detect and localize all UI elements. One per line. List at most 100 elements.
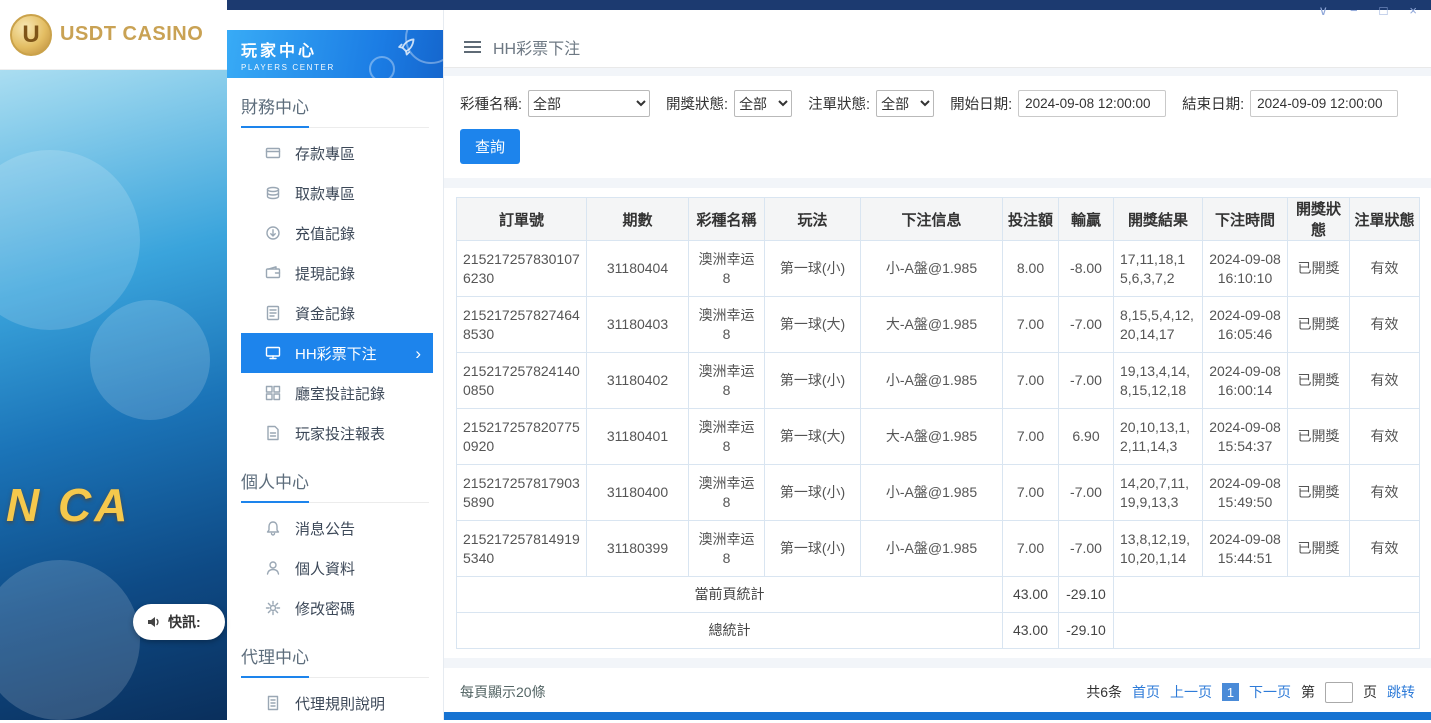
column-header: 注單狀態 — [1350, 198, 1420, 241]
cell: 有效 — [1350, 241, 1420, 297]
hall-icon — [265, 385, 281, 401]
cell: 2152172578301076230 — [457, 241, 587, 297]
sidebar-item-deposit[interactable]: 存款專區 — [241, 133, 433, 173]
cell: 2024-09-08 15:49:50 — [1203, 465, 1288, 521]
table-row: 215217257830107623031180404澳洲幸运8第一球(小)小-… — [457, 241, 1420, 297]
cell: 7.00 — [1003, 409, 1059, 465]
sidebar-item-label: 個人資料 — [295, 558, 355, 579]
cell: -7.00 — [1059, 465, 1114, 521]
sidebar-item-hall[interactable]: 廳室投註記錄 — [241, 373, 433, 413]
cell: 2024-09-08 15:54:37 — [1203, 409, 1288, 465]
sidebar-item-label: 存款專區 — [295, 143, 355, 164]
column-header: 期數 — [587, 198, 689, 241]
gear-icon — [265, 600, 281, 616]
news-ticker[interactable]: 快訊: — [133, 604, 225, 640]
maximize-icon[interactable]: □ — [1380, 3, 1388, 19]
rocket-icon — [395, 36, 417, 63]
column-header: 開獎狀態 — [1288, 198, 1350, 241]
lottery-icon — [265, 345, 281, 361]
sidebar-item-doc[interactable]: 代理規則說明 — [241, 683, 433, 723]
cell: 19,13,4,14,8,15,12,18 — [1114, 353, 1203, 409]
cell: 澳洲幸运8 — [689, 297, 765, 353]
sidebar-item-label: 廳室投註記錄 — [295, 383, 385, 404]
collapse-icon[interactable]: ∨ — [1318, 3, 1328, 19]
sidebar-item-label: HH彩票下注 — [295, 343, 377, 364]
table-row: 215217257817903589031180400澳洲幸运8第一球(小)小-… — [457, 465, 1420, 521]
start-date-input[interactable] — [1018, 90, 1166, 117]
cell: 2024-09-08 16:00:14 — [1203, 353, 1288, 409]
art-decoration — [0, 150, 140, 330]
sidebar-item-withdraw[interactable]: 取款專區 — [241, 173, 433, 213]
sidebar-item-report[interactable]: 玩家投注報表 — [241, 413, 433, 453]
end-date-label: 結束日期: — [1182, 93, 1244, 114]
sidebar-item-label: 取款專區 — [295, 183, 355, 204]
cell: 澳洲幸运8 — [689, 353, 765, 409]
hamburger-menu-icon[interactable] — [464, 41, 481, 53]
summary-row: 當前頁統計43.00-29.10 — [457, 577, 1420, 613]
window-titlebar — [227, 0, 1431, 10]
ticker-label: 快訊: — [168, 612, 201, 632]
cell: 澳洲幸运8 — [689, 465, 765, 521]
sidebar-item-funds[interactable]: 資金記錄 — [241, 293, 433, 333]
cell: -8.00 — [1059, 241, 1114, 297]
cell: 2152172578274648530 — [457, 297, 587, 353]
sidebar-item-recharge[interactable]: 充值記錄 — [241, 213, 433, 253]
sidebar-item-user[interactable]: 個人資料 — [241, 548, 433, 588]
chevron-right-icon: › — [415, 345, 421, 362]
cell: 7.00 — [1003, 521, 1059, 577]
current-page-badge[interactable]: 1 — [1222, 683, 1239, 701]
column-header: 開獎結果 — [1114, 198, 1203, 241]
cashout-icon — [265, 265, 281, 281]
cell: 7.00 — [1003, 465, 1059, 521]
withdraw-icon — [265, 185, 281, 201]
cell: 已開獎 — [1288, 297, 1350, 353]
sidebar: 玩家中心 PLAYERS CENTER 財務中心存款專區取款專區充值記錄提現記錄… — [227, 10, 444, 720]
sidebar-item-label: 消息公告 — [295, 518, 355, 539]
minimize-icon[interactable]: − — [1350, 3, 1358, 19]
coin-logo-icon: U — [10, 14, 52, 56]
cell: 14,20,7,11,19,9,13,3 — [1114, 465, 1203, 521]
cell: 小-A盤@1.985 — [861, 521, 1003, 577]
sidebar-item-bell[interactable]: 消息公告 — [241, 508, 433, 548]
column-header: 下注信息 — [861, 198, 1003, 241]
end-date-input[interactable] — [1250, 90, 1398, 117]
cell: -7.00 — [1059, 353, 1114, 409]
summary-winloss-total: -29.10 — [1059, 613, 1114, 649]
sidebar-item-label: 代理規則說明 — [295, 693, 385, 714]
cell: 第一球(小) — [765, 353, 861, 409]
jump-suffix: 页 — [1363, 682, 1377, 702]
cell: 有效 — [1350, 521, 1420, 577]
order-status-select[interactable]: 全部 — [876, 90, 934, 117]
cell: 澳洲幸运8 — [689, 409, 765, 465]
sidebar-item-gear[interactable]: 修改密碼 — [241, 588, 433, 628]
sidebar-item-cashout[interactable]: 提現記錄 — [241, 253, 433, 293]
summary-row: 總統計43.00-29.10 — [457, 613, 1420, 649]
column-header: 輸贏 — [1059, 198, 1114, 241]
art-decoration — [90, 300, 210, 420]
column-header: 彩種名稱 — [689, 198, 765, 241]
players-center-header: 玩家中心 PLAYERS CENTER — [227, 30, 443, 78]
cell: 小-A盤@1.985 — [861, 353, 1003, 409]
cell: 已開獎 — [1288, 465, 1350, 521]
table-footer: 每頁顯示20條 共6条 首页 上一页 1 下一页 第 页 跳转 — [444, 668, 1431, 716]
close-icon[interactable]: × — [1409, 3, 1417, 19]
sidebar-item-label: 玩家投注報表 — [295, 423, 385, 444]
draw-status-select[interactable]: 全部 — [734, 90, 792, 117]
next-page-link[interactable]: 下一页 — [1249, 682, 1291, 702]
search-button[interactable]: 查詢 — [460, 129, 520, 164]
cell: 小-A盤@1.985 — [861, 465, 1003, 521]
main-topbar: HH彩票下注 — [444, 10, 1431, 68]
jump-button[interactable]: 跳转 — [1387, 682, 1415, 702]
sidebar-item-lottery[interactable]: HH彩票下注 › — [241, 333, 433, 373]
report-icon — [265, 425, 281, 441]
cell: 第一球(小) — [765, 241, 861, 297]
first-page-link[interactable]: 首页 — [1132, 682, 1160, 702]
page-jump-input[interactable] — [1325, 682, 1353, 703]
cell: 2024-09-08 15:44:51 — [1203, 521, 1288, 577]
art-caption-text: N CA — [6, 478, 130, 532]
prev-page-link[interactable]: 上一页 — [1170, 682, 1212, 702]
summary-bet-total: 43.00 — [1003, 577, 1059, 613]
lottery-select[interactable]: 全部 — [528, 90, 650, 117]
cell: 31180401 — [587, 409, 689, 465]
cell: 2152172578149195340 — [457, 521, 587, 577]
